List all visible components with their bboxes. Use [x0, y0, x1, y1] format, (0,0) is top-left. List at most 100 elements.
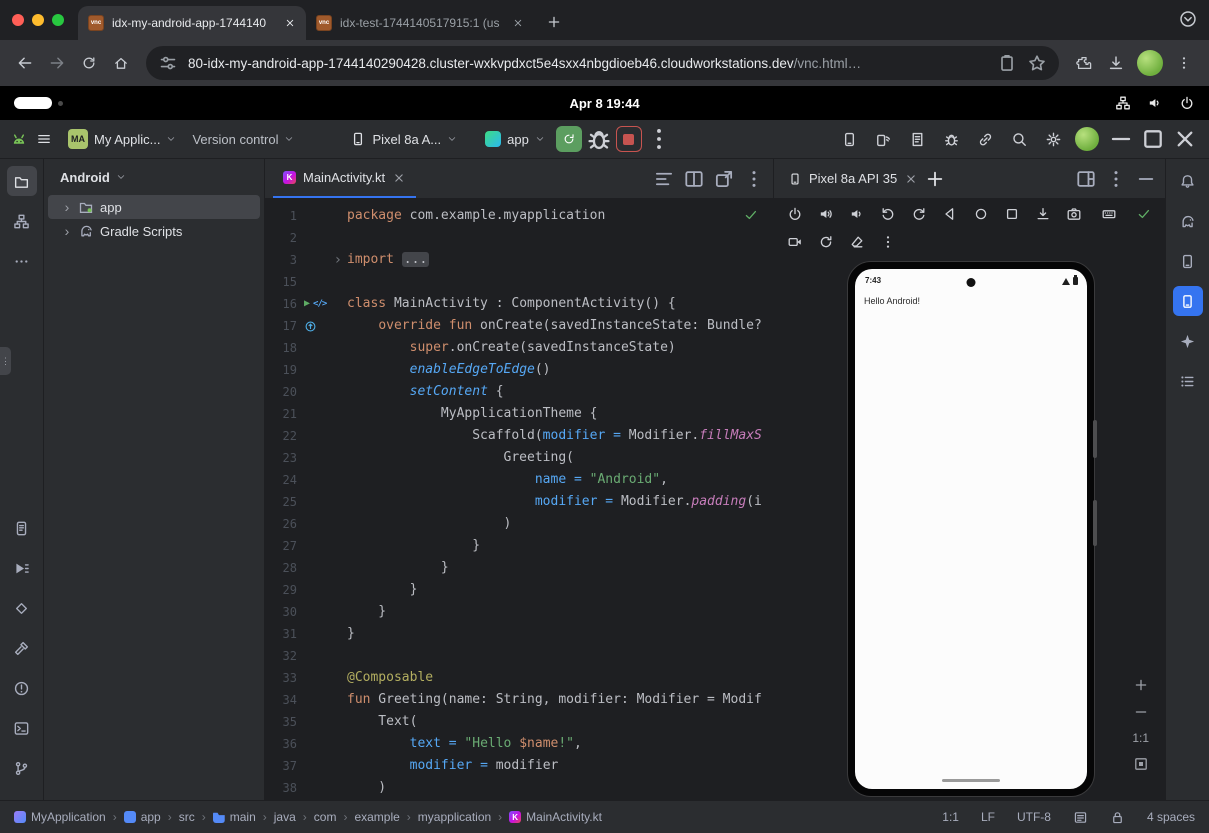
back-icon[interactable] [939, 203, 961, 225]
bookmark-star-icon[interactable] [1027, 53, 1047, 73]
site-settings-icon[interactable] [158, 53, 178, 73]
tab-close-icon[interactable] [510, 15, 526, 31]
desktop-clock[interactable]: Apr 8 19:44 [0, 86, 1209, 120]
hide-panel-icon[interactable] [1135, 168, 1157, 190]
power-icon[interactable] [784, 203, 806, 225]
home-icon[interactable] [106, 48, 136, 78]
inspections-ok-icon[interactable] [743, 207, 759, 223]
emulator-screen[interactable]: 7:43 Hello Android! [855, 269, 1087, 789]
pair-devices-icon[interactable] [869, 125, 897, 153]
run-icon[interactable] [7, 553, 37, 583]
new-tab-button[interactable] [540, 8, 568, 36]
extensions-icon[interactable] [1069, 48, 1099, 78]
structure-icon[interactable] [1173, 366, 1203, 396]
gemini-icon[interactable] [1173, 326, 1203, 356]
panel-options-icon[interactable] [1105, 168, 1127, 190]
chevron-right-icon[interactable]: › [62, 223, 72, 239]
lock-icon[interactable] [1110, 810, 1125, 825]
install-apk-icon[interactable] [1032, 203, 1054, 225]
add-device-icon[interactable] [924, 168, 946, 190]
caret-position[interactable]: 1:1 [942, 810, 959, 824]
profile-avatar[interactable] [1137, 50, 1163, 76]
problems-icon[interactable] [7, 673, 37, 703]
chevron-right-icon[interactable]: › [62, 199, 72, 215]
more-tool-windows-icon[interactable] [7, 246, 37, 276]
address-bar[interactable]: 80-idx-my-android-app-1744140290428.clus… [146, 46, 1059, 80]
device-manager-icon[interactable] [835, 125, 863, 153]
ide-profile-avatar[interactable] [1075, 127, 1099, 151]
terminal-icon[interactable] [7, 713, 37, 743]
project-selector[interactable]: MA My Applic... [68, 129, 176, 149]
zoom-window-button[interactable] [52, 14, 64, 26]
more-device-actions-icon[interactable] [877, 231, 899, 253]
vcs-widget[interactable]: Version control [192, 132, 294, 147]
more-run-actions-icon[interactable] [645, 125, 673, 153]
app-quality-insights-icon[interactable] [7, 593, 37, 623]
gesture-navigation-pill[interactable] [942, 779, 1000, 782]
settings-icon[interactable] [1039, 125, 1067, 153]
breadcrumb-item[interactable]: MyApplication [14, 810, 106, 824]
breadcrumb-item[interactable]: src [179, 810, 195, 824]
browser-tab-inactive[interactable]: vnc idx-test-1744140517915:1 (us [306, 6, 534, 40]
power-icon[interactable] [1179, 95, 1195, 111]
split-editor-icon[interactable] [683, 168, 705, 190]
downloads-icon[interactable] [1101, 48, 1131, 78]
editor-tab-mainactivity[interactable]: K MainActivity.kt [273, 159, 416, 198]
browser-tab-active[interactable]: vnc idx-my-android-app-1744140 [78, 6, 306, 40]
tool-window-drag-handle[interactable]: ⋮ [0, 347, 11, 375]
device-status-ok-icon[interactable] [1133, 203, 1155, 225]
zoom-out-icon[interactable] [1133, 704, 1149, 720]
indent-style[interactable]: 4 spaces [1147, 810, 1195, 824]
breadcrumb-item[interactable]: KMainActivity.kt [509, 810, 602, 824]
wipe-data-icon[interactable] [846, 231, 868, 253]
run-gutter-icon[interactable]: ▶ [304, 293, 310, 315]
running-devices-icon[interactable] [1173, 286, 1203, 316]
zoom-in-icon[interactable] [1133, 677, 1149, 693]
override-gutter-icon[interactable] [304, 320, 317, 333]
attach-debugger-icon[interactable] [971, 125, 999, 153]
version-control-icon[interactable] [7, 753, 37, 783]
rotate-left-icon[interactable] [877, 203, 899, 225]
resource-manager-icon[interactable] [7, 206, 37, 236]
code-editor[interactable]: 1package com.example.myapplication23›imp… [265, 198, 773, 800]
highlighting-level-icon[interactable] [653, 168, 675, 190]
zoom-level-label[interactable]: 1:1 [1132, 731, 1149, 745]
profiler-bug-icon[interactable] [585, 125, 613, 153]
forward-icon[interactable] [42, 48, 72, 78]
volume-down-icon[interactable] [846, 203, 868, 225]
browser-menu-icon[interactable] [1169, 48, 1199, 78]
overview-icon[interactable] [1001, 203, 1023, 225]
back-icon[interactable] [10, 48, 40, 78]
project-view-selector[interactable]: Android [44, 159, 264, 195]
project-icon[interactable] [7, 166, 37, 196]
logcat-icon[interactable] [903, 125, 931, 153]
stop-button[interactable] [616, 126, 642, 152]
breadcrumb-item[interactable]: app [124, 810, 161, 824]
close-device-tab-icon[interactable] [904, 172, 918, 186]
screen-reader-icon[interactable] [1073, 810, 1088, 825]
device-reset-icon[interactable] [815, 231, 837, 253]
hardware-input-icon[interactable] [1098, 203, 1120, 225]
fold-arrow-icon[interactable]: › [334, 249, 347, 271]
search-everywhere-icon[interactable] [1005, 125, 1033, 153]
ide-maximize-icon[interactable] [1139, 125, 1167, 153]
breadcrumb-item[interactable]: main [213, 810, 256, 824]
zoom-fit-icon[interactable] [1133, 756, 1149, 772]
close-window-button[interactable] [12, 14, 24, 26]
project-tree-item-app[interactable]: › app [48, 195, 260, 219]
breadcrumb-item[interactable]: myapplication [418, 810, 491, 824]
editor-options-icon[interactable] [743, 168, 765, 190]
compose-preview-gutter-icon[interactable]: </> [313, 293, 326, 315]
device-manager-icon[interactable] [1173, 246, 1203, 276]
ide-close-icon[interactable] [1171, 125, 1199, 153]
clipboard-icon[interactable] [997, 53, 1017, 73]
rerun-button[interactable] [556, 126, 582, 152]
rotate-right-icon[interactable] [908, 203, 930, 225]
volume-icon[interactable] [1147, 95, 1163, 111]
tab-search-icon[interactable] [1179, 10, 1199, 30]
logcat-icon[interactable] [7, 513, 37, 543]
network-icon[interactable] [1115, 95, 1131, 111]
file-encoding[interactable]: UTF-8 [1017, 810, 1051, 824]
volume-up-icon[interactable] [815, 203, 837, 225]
screenshot-icon[interactable] [1063, 203, 1085, 225]
